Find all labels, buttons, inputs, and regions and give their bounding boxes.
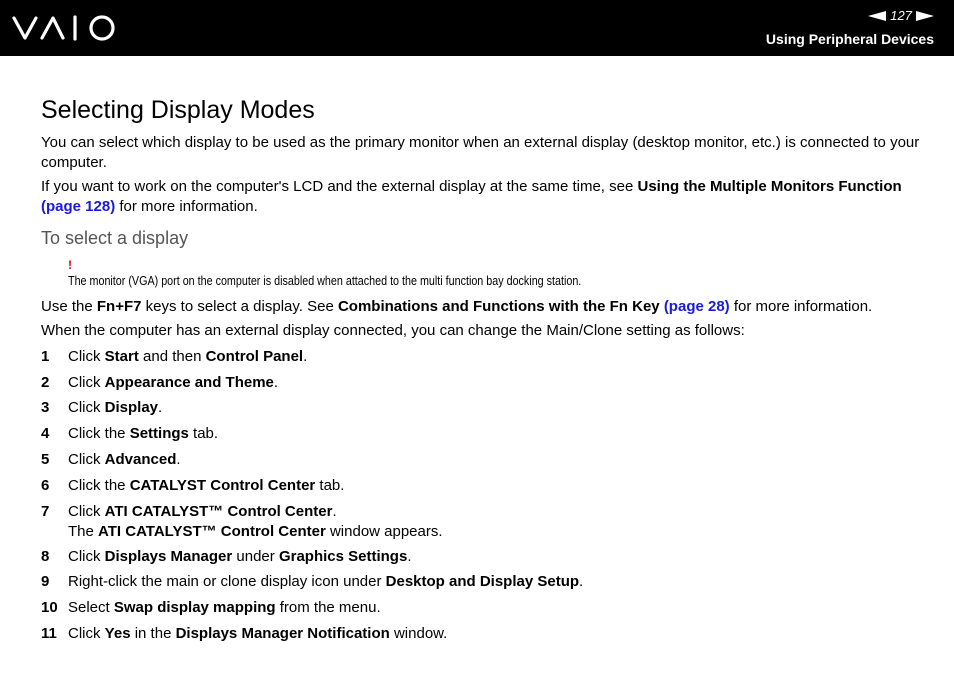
step-text: Right-click the main or clone display ic… — [68, 573, 584, 590]
page-number: 127 — [890, 8, 912, 23]
step-text: Click Start and then Control Panel. — [68, 348, 308, 365]
step-number: 11 — [41, 625, 57, 642]
page-title: Selecting Display Modes — [41, 96, 315, 124]
step-number: 9 — [41, 573, 50, 590]
next-page-arrow-icon[interactable] — [916, 11, 934, 21]
intro-paragraph: You can select which display to be used … — [41, 134, 920, 171]
step-number: 8 — [41, 548, 50, 565]
page-navigation: 127 — [868, 8, 934, 24]
section-title: Using Peripheral Devices — [765, 31, 934, 47]
procedure-subheading: To select a display — [41, 228, 189, 248]
step-text: Click the CATALYST Control Center tab. — [68, 477, 345, 494]
fn-keys: Fn+F7 — [96, 298, 142, 315]
step-text: Click Yes in the Displays Manager Notifi… — [68, 625, 448, 642]
step-text: Click ATI CATALYST™ Control Center. — [68, 503, 337, 520]
step-text: Select Swap display mapping from the men… — [68, 599, 381, 616]
fn-post-text: for more information. — [729, 298, 873, 315]
vaio-logo — [12, 15, 115, 41]
step-text: Click Advanced. — [68, 451, 181, 468]
fn-pre-text: Use the — [41, 298, 97, 315]
header-bar: 127 Using Peripheral Devices — [0, 0, 954, 56]
step-number: 6 — [41, 477, 50, 494]
step-text: Click the Settings tab. — [68, 425, 219, 442]
step-text: Click Displays Manager under Graphics Se… — [68, 548, 412, 565]
page-128-link[interactable]: (page 128) — [41, 198, 115, 215]
multi-post-text: for more information. — [115, 197, 258, 215]
step-number: 4 — [41, 425, 50, 442]
multi-monitors-ref: Using the Multiple Monitors Function — [637, 178, 902, 195]
multi-monitor-paragraph: If you want to work on the computer's LC… — [41, 177, 931, 216]
step-number: 1 — [41, 348, 50, 365]
step-number: 10 — [41, 599, 58, 616]
warning-note: The monitor (VGA) port on the computer i… — [68, 274, 582, 288]
step-number: 2 — [41, 374, 50, 391]
fn-mid-text: keys to select a display. See — [141, 298, 338, 315]
clone-intro-paragraph: When the computer has an external displa… — [41, 322, 745, 339]
fn-key-ref: Combinations and Functions with the Fn K… — [337, 298, 660, 315]
warning-icon: ! — [68, 258, 72, 272]
step-number: 7 — [41, 503, 50, 520]
step-text: Click Appearance and Theme. — [68, 374, 279, 391]
fn-key-paragraph: Use the Fn+F7 keys to select a display. … — [41, 297, 931, 317]
step-text: Click Display. — [68, 399, 163, 416]
previous-page-arrow-icon[interactable] — [868, 11, 887, 21]
step-number: 3 — [41, 399, 50, 416]
step-text-line2: The ATI CATALYST™ Control Center window … — [68, 522, 443, 540]
page-28-link[interactable]: (page 28) — [664, 298, 730, 315]
multi-pre-text: If you want to work on the computer's LC… — [41, 178, 638, 195]
step-number: 5 — [41, 451, 50, 468]
